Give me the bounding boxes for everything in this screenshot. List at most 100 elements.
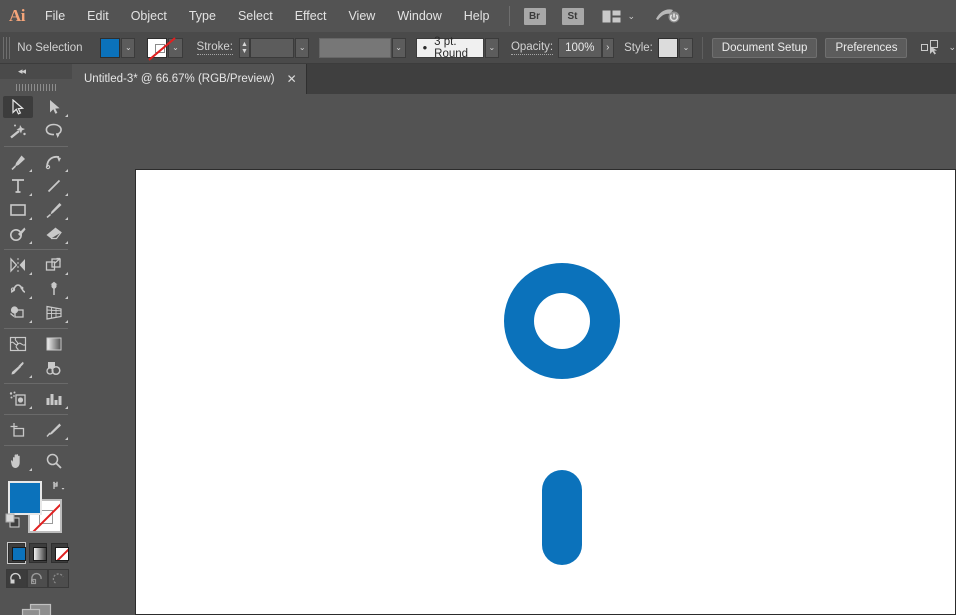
select-similar-objects-button[interactable]: ⌄	[921, 40, 956, 55]
tool-pen[interactable]	[0, 150, 36, 174]
color-button[interactable]	[6, 542, 27, 564]
menu-item-edit[interactable]: Edit	[76, 0, 120, 32]
menu-item-help[interactable]: Help	[453, 0, 501, 32]
tool-magic-wand[interactable]	[0, 119, 36, 143]
tool-scale[interactable]	[36, 253, 72, 277]
draw-normal-button[interactable]	[6, 569, 27, 588]
gradient-swatch-icon	[33, 547, 48, 561]
column-graph-tool-icon	[46, 394, 62, 405]
none-button[interactable]	[50, 543, 69, 563]
tool-type[interactable]	[0, 174, 36, 198]
opacity-input[interactable]: 100%	[558, 37, 602, 58]
stroke-weight-label[interactable]: Stroke:	[196, 41, 233, 55]
swap-fill-stroke-button[interactable]	[52, 479, 66, 497]
tool-line-segment[interactable]	[36, 174, 72, 198]
menu-item-effect[interactable]: Effect	[284, 0, 338, 32]
stroke-weight-input[interactable]	[250, 37, 295, 58]
tool-paintbrush[interactable]	[36, 198, 72, 222]
brush-definition-input[interactable]: • 3 pt. Round	[415, 36, 484, 60]
tool-flyout-indicator	[65, 114, 68, 117]
chevron-down-icon: ⌄	[627, 10, 636, 21]
app-logo-icon: Ai	[9, 6, 26, 25]
tool-column-graph[interactable]	[36, 387, 72, 411]
control-bar-grip[interactable]	[3, 36, 12, 59]
close-icon[interactable]: ✕	[287, 72, 297, 86]
tools-divider	[4, 146, 68, 147]
tool-eraser[interactable]	[36, 222, 72, 246]
graphic-style-swatch[interactable]	[657, 37, 678, 58]
free-transform-tool-icon	[50, 281, 58, 295]
tool-flyout-indicator	[65, 217, 68, 220]
type-tool-icon	[12, 179, 24, 193]
menu-item-type[interactable]: Type	[178, 0, 227, 32]
document-setup-button[interactable]: Document Setup	[711, 37, 818, 58]
cc-libraries-button[interactable]	[655, 7, 681, 25]
tool-selection[interactable]	[0, 95, 36, 119]
rectangle-tool-icon	[10, 204, 26, 216]
draw-inside-button[interactable]	[48, 569, 69, 588]
bridge-button[interactable]: Br	[523, 7, 546, 25]
draw-behind-button[interactable]	[27, 569, 48, 588]
tool-artboard[interactable]	[0, 418, 36, 442]
tools-divider	[4, 414, 68, 415]
tool-eyedropper[interactable]	[0, 356, 36, 380]
stock-button[interactable]: St	[561, 7, 584, 25]
menu-item-view[interactable]: View	[337, 0, 386, 32]
tool-shape-builder[interactable]	[0, 301, 36, 325]
tool-slice[interactable]	[36, 418, 72, 442]
document-tab[interactable]: Untitled-3* @ 66.67% (RGB/Preview) ✕	[72, 64, 307, 94]
graphic-style-dropdown[interactable]: ⌄	[678, 37, 694, 58]
tool-width[interactable]	[0, 277, 36, 301]
gradient-button[interactable]	[29, 543, 48, 563]
stroke-weight-stepper[interactable]: ▲ ▼	[238, 37, 251, 58]
tool-flyout-indicator	[65, 437, 68, 440]
menu-item-window[interactable]: Window	[386, 0, 452, 32]
tool-rotate[interactable]	[0, 253, 36, 277]
brush-definition-dropdown[interactable]: ⌄	[484, 37, 499, 58]
tools-panel: ◂◂	[0, 64, 72, 615]
stroke-weight-dropdown[interactable]: ⌄	[295, 37, 310, 58]
preferences-button[interactable]: Preferences	[825, 37, 908, 58]
key-ring	[504, 263, 620, 379]
tool-mesh[interactable]	[0, 332, 36, 356]
arrange-documents-button[interactable]: ⌄	[602, 10, 636, 23]
control-bar: No Selection ⌄ ⌄ Stroke: ▲ ▼ ⌄ ⌄ • 3 pt.…	[0, 32, 956, 64]
tool-direct-selection[interactable]	[36, 95, 72, 119]
opacity-label[interactable]: Opacity:	[510, 41, 554, 55]
tool-shaper[interactable]	[0, 222, 36, 246]
tool-free-transform[interactable]	[36, 277, 72, 301]
tools-divider	[4, 445, 68, 446]
fill-color-swatch[interactable]	[100, 37, 121, 58]
tool-perspective-grid[interactable]	[36, 301, 72, 325]
none-swatch-icon	[54, 547, 69, 561]
stroke-color-swatch[interactable]	[147, 37, 168, 58]
tool-lasso[interactable]	[36, 119, 72, 143]
direct-selection-tool-icon	[50, 100, 60, 114]
tool-hand[interactable]	[0, 449, 36, 473]
fill-color-dropdown[interactable]: ⌄	[121, 37, 136, 58]
tool-zoom[interactable]	[36, 449, 72, 473]
tool-blend[interactable]	[36, 356, 72, 380]
tool-rectangle[interactable]	[0, 198, 36, 222]
tools-panel-grip[interactable]	[0, 79, 72, 95]
tool-symbol-sprayer[interactable]	[0, 387, 36, 411]
default-fill-stroke-icon	[5, 513, 20, 528]
tool-flyout-indicator	[29, 468, 32, 471]
tool-gradient[interactable]	[36, 332, 72, 356]
tool-curvature[interactable]	[36, 150, 72, 174]
default-fill-stroke-button[interactable]	[5, 513, 21, 534]
menu-item-object[interactable]: Object	[120, 0, 178, 32]
variable-width-profile-dropdown[interactable]: ⌄	[391, 37, 406, 58]
key-shape[interactable]	[504, 263, 620, 565]
canvas-area[interactable]	[72, 94, 956, 615]
artboard[interactable]	[135, 169, 956, 615]
variable-width-profile-input[interactable]	[319, 37, 391, 58]
shape-builder-tool-icon	[10, 306, 24, 318]
opacity-options-button[interactable]: ›	[601, 37, 615, 58]
tools-panel-collapse-button[interactable]: ◂◂	[0, 64, 72, 79]
menu-item-select[interactable]: Select	[227, 0, 284, 32]
change-screen-mode-button[interactable]	[0, 600, 72, 615]
fill-color-box[interactable]	[8, 481, 42, 515]
menu-item-file[interactable]: File	[34, 0, 76, 32]
stepper-up-icon: ▲	[241, 40, 248, 48]
